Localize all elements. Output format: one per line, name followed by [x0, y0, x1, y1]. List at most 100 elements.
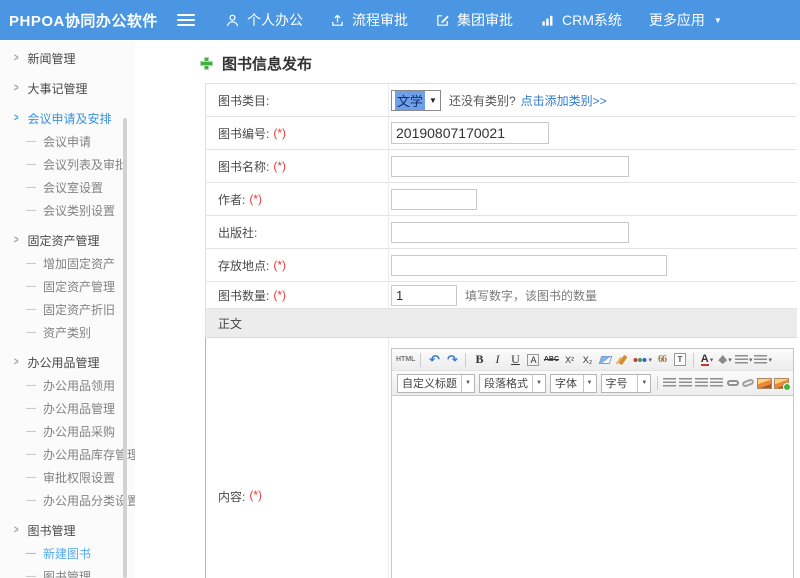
sidebar-item-fixed-asset-mgmt[interactable]: >固定资产管理: [0, 228, 135, 252]
sidebar-item-memo-mgmt[interactable]: >大事记管理: [0, 76, 135, 100]
insert-image-upload-icon: [774, 378, 789, 389]
align-center-button[interactable]: [679, 374, 693, 393]
align-justify-button[interactable]: [710, 374, 724, 393]
sidebar-item-label: 固定资产管理: [27, 232, 99, 249]
align-right-button[interactable]: [694, 374, 708, 393]
app-logo[interactable]: PHPOA协同办公软件: [0, 10, 177, 31]
paste-text-button[interactable]: T: [672, 351, 688, 369]
flow-approval-icon: [330, 13, 345, 28]
sidebar-item-meeting-apply[interactable]: —会议申请: [0, 130, 135, 153]
sidebar-item-news-mgmt[interactable]: >新闻管理: [0, 46, 135, 70]
sidebar-item-office-supplies-purchase[interactable]: —办公用品采购: [0, 420, 135, 443]
dash-icon: —: [26, 449, 36, 460]
topbar: PHPOA协同办公软件 个人办公 流程审批 集团审批 CRM系统 更多应用▼: [0, 0, 800, 40]
sidebar-item-new-book[interactable]: —新建图书: [0, 542, 135, 565]
caret-down-icon: ▾: [768, 356, 772, 364]
form-row-book-no: 图书编号: (*): [205, 117, 797, 150]
caret-down-icon: ▾: [728, 356, 732, 364]
insert-image-button[interactable]: [757, 374, 772, 393]
topbar-item-group-approval[interactable]: 集团审批: [435, 10, 513, 30]
sidebar-item-label: 会议申请及安排: [27, 110, 111, 127]
sidebar-item-approval-permission-settings[interactable]: —审批权限设置: [0, 466, 135, 489]
strikethrough-button[interactable]: ABC: [543, 351, 559, 369]
custom-title-select[interactable]: 自定义标题▼: [397, 374, 475, 393]
sidebar-item-book-mgmt[interactable]: >图书管理: [0, 518, 135, 542]
sidebar-item-office-supplies-mgmt-sub[interactable]: —办公用品管理: [0, 397, 135, 420]
font-color-button[interactable]: A▾: [699, 351, 715, 369]
sidebar-item-fixed-asset-depreciation[interactable]: —固定资产折旧: [0, 298, 135, 321]
caret-down-icon: ▼: [461, 375, 474, 392]
ordered-list-button[interactable]: ▾: [735, 351, 753, 369]
sidebar-item-label: 办公用品分类设置: [43, 492, 135, 509]
blockquote-button[interactable]: 66: [654, 351, 670, 369]
form-row-author: 作者: (*): [205, 183, 797, 216]
publisher-input[interactable]: [391, 222, 629, 243]
superscript-button[interactable]: X²: [561, 351, 577, 369]
subscript-button[interactable]: X₂: [579, 351, 595, 369]
undo-button[interactable]: ↶: [426, 351, 442, 369]
paragraph-format-select-value: 段落格式: [480, 375, 532, 391]
sidebar-item-book-mgmt-sub[interactable]: —图书管理: [0, 565, 135, 578]
location-input[interactable]: [391, 255, 667, 276]
sidebar-item-office-supplies-mgmt[interactable]: >办公用品管理: [0, 350, 135, 374]
caret-down-icon: ▼: [637, 375, 650, 392]
bar-chart-icon: [540, 13, 555, 28]
book-name-label: 图书名称: (*): [206, 150, 389, 182]
insert-image-upload-button[interactable]: [774, 374, 789, 393]
sidebar-item-office-supplies-category-settings[interactable]: —办公用品分类设置: [0, 489, 135, 512]
redo-button[interactable]: ↷: [444, 351, 460, 369]
topbar-nav: 个人办公 流程审批 集团审批 CRM系统 更多应用▼: [225, 10, 722, 30]
italic-button[interactable]: I: [489, 351, 505, 369]
html-source-button[interactable]: HTML: [396, 351, 415, 369]
topbar-item-personal-office[interactable]: 个人办公: [225, 10, 303, 30]
sidebar-item-office-supplies-inventory[interactable]: —办公用品库存管理: [0, 443, 135, 466]
link-button[interactable]: [726, 374, 740, 393]
topbar-item-crm-system[interactable]: CRM系统: [540, 10, 622, 30]
hamburger-menu-icon[interactable]: [177, 14, 195, 26]
sidebar-item-add-fixed-asset[interactable]: —增加固定资产: [0, 252, 135, 275]
quantity-input[interactable]: [391, 285, 457, 306]
required-mark: (*): [273, 288, 286, 302]
align-left-button[interactable]: [663, 374, 677, 393]
eraser-button[interactable]: [597, 351, 613, 369]
blockquote-icon: 66: [658, 354, 666, 365]
toolbar-separator: [693, 353, 694, 367]
sidebar-scrollbar[interactable]: [123, 118, 127, 578]
required-mark: (*): [273, 258, 286, 272]
form-row-content: 内容: (*) HTML↶↷BIUAABCX²X₂▾66TA▾▾▾▾ 自定义标题…: [205, 338, 797, 578]
sidebar-item-meeting-category-settings[interactable]: —会议类别设置: [0, 199, 135, 222]
book-name-input[interactable]: [391, 156, 629, 177]
sidebar-item-asset-category[interactable]: —资产类别: [0, 321, 135, 344]
chevron-right-icon: >: [14, 524, 19, 536]
sidebar-item-meeting-list-approval[interactable]: —会议列表及审批: [0, 153, 135, 176]
font-family-select[interactable]: 字体▼: [550, 374, 597, 393]
add-category-link[interactable]: 点击添加类别>>: [521, 92, 607, 109]
topbar-item-workflow-approval[interactable]: 流程审批: [330, 10, 408, 30]
sidebar-item-office-supplies-claim[interactable]: —办公用品领用: [0, 374, 135, 397]
underline-button[interactable]: U: [507, 351, 523, 369]
paragraph-format-select[interactable]: 段落格式▼: [479, 374, 546, 393]
sidebar-item-label: 办公用品领用: [43, 377, 115, 394]
format-brush-button[interactable]: [615, 351, 631, 369]
bold-button[interactable]: B: [471, 351, 487, 369]
sidebar-item-label: 资产类别: [43, 324, 91, 341]
font-size-select[interactable]: 字号▼: [601, 374, 652, 393]
color-palette-button[interactable]: ▾: [633, 351, 652, 369]
category-select[interactable]: 文学 ▼: [391, 90, 441, 111]
editor-content-area[interactable]: [392, 396, 793, 578]
ink-color-button[interactable]: ▾: [717, 351, 733, 369]
author-input[interactable]: [391, 189, 477, 210]
sidebar-item-label: 固定资产折旧: [43, 301, 115, 318]
align-center-icon: [679, 378, 692, 388]
undo-icon: ↶: [429, 352, 440, 368]
unlink-button[interactable]: [741, 374, 755, 393]
font-style-button[interactable]: A: [525, 351, 541, 369]
unordered-list-button[interactable]: ▾: [754, 351, 772, 369]
book-no-input[interactable]: [391, 122, 549, 144]
topbar-item-more-apps[interactable]: 更多应用▼: [649, 10, 722, 30]
sidebar-item-fixed-asset-mgmt-sub[interactable]: —固定资产管理: [0, 275, 135, 298]
sidebar-item-meeting-room-settings[interactable]: —会议室设置: [0, 176, 135, 199]
subscript-icon: X₂: [583, 355, 593, 365]
bold-icon: B: [475, 352, 483, 367]
sidebar-item-meeting-apply-arrange[interactable]: >会议申请及安排: [0, 106, 135, 130]
